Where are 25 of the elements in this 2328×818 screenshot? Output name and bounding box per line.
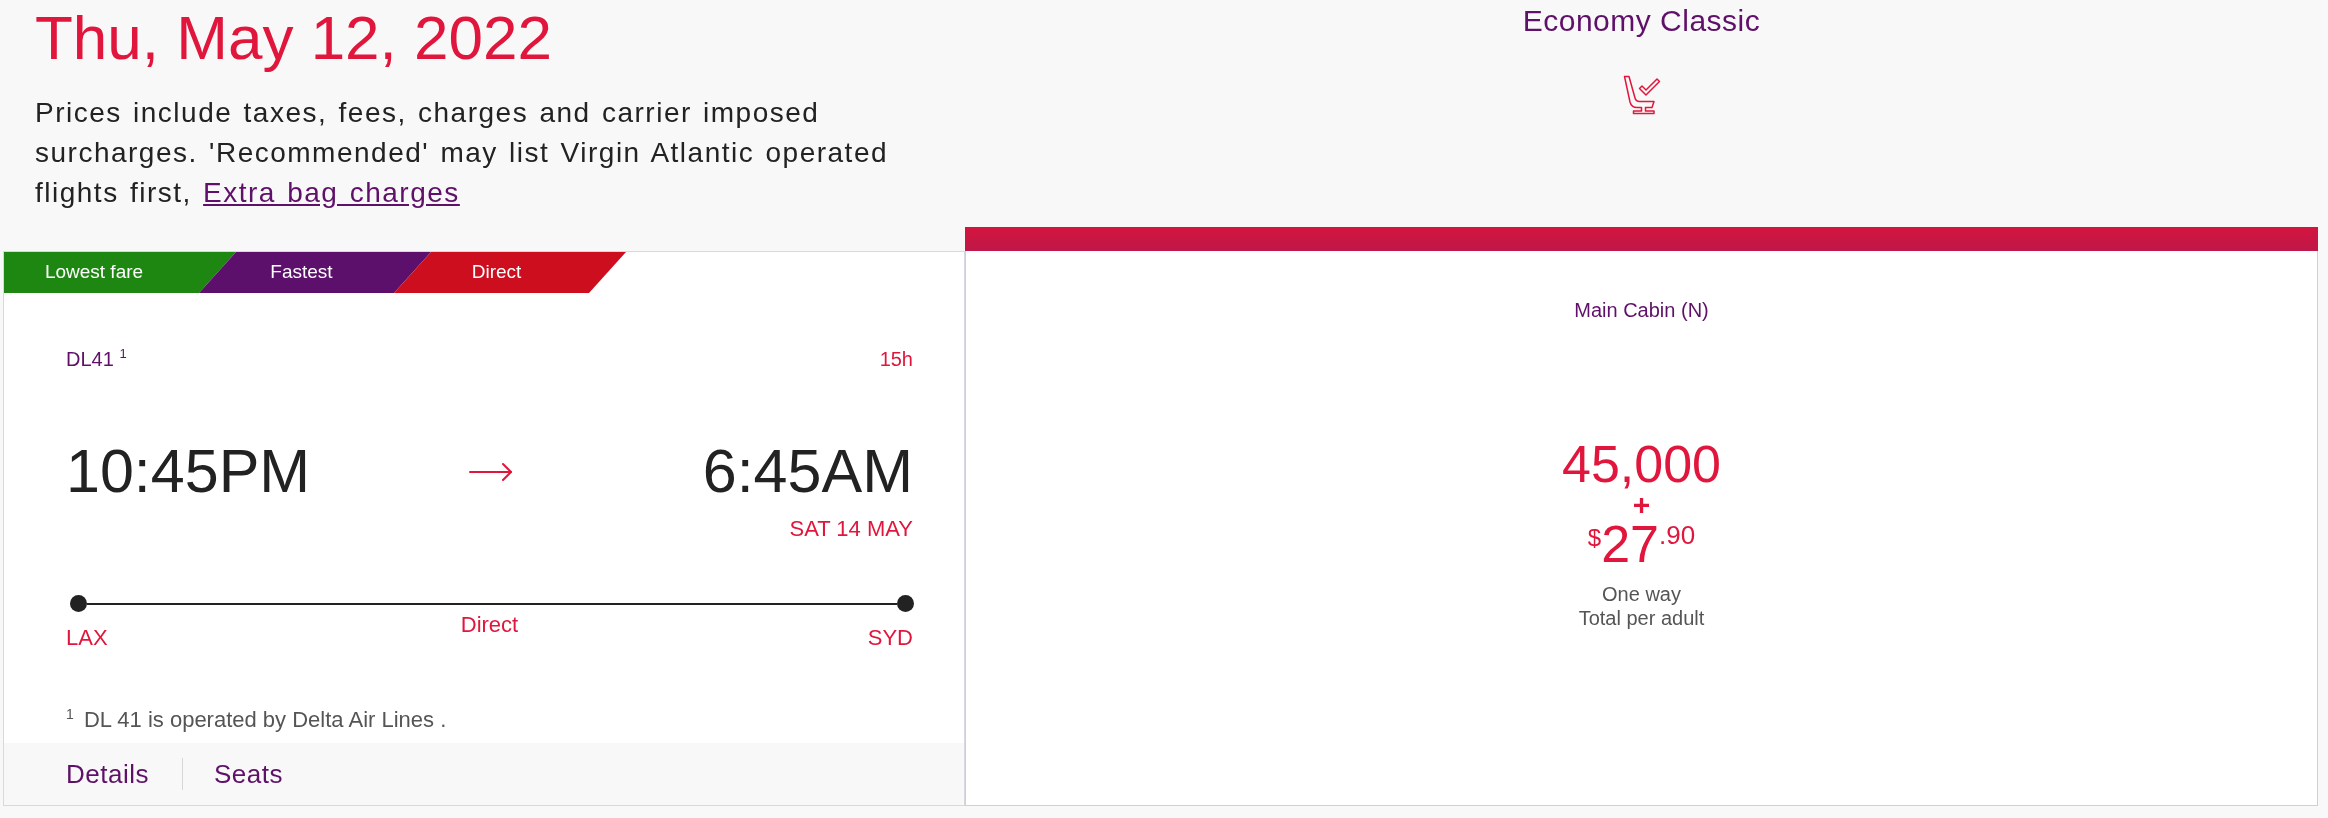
operator-footnote: $^{1}$ DL 41 is operated by Delta Air Lines . (66, 707, 448, 733)
trip-type: One way (1602, 582, 1681, 606)
price-basis: Total per adult (1578, 606, 1705, 630)
departure-time: 10:45PM (66, 441, 311, 502)
details-link[interactable]: Details (66, 754, 149, 794)
seat-tick-icon (1622, 75, 1661, 115)
arrival-time: 6:45AM (702, 441, 913, 502)
route-dot-icon (897, 595, 914, 612)
points-price: 45,000 (1561, 438, 1721, 490)
fare-class-title: Economy Classic (1522, 4, 1761, 37)
route-dot-icon (70, 595, 87, 612)
seats-link[interactable]: Seats (214, 754, 283, 794)
price-notice: Prices include taxes, fees, charges and carrier imposed surcharges. 'Recommended' may list Virgin Atlantic operated flights first, Extra bag charges (35, 96, 890, 210)
plus-sign: + (1632, 490, 1651, 520)
flight-number: DL41 $^{1}$ (66, 347, 127, 371)
extra-bag-charges-link[interactable]: Extra bag charges (203, 177, 460, 208)
flight-duration: 15h (879, 347, 913, 371)
origin-code: LAX (66, 625, 109, 651)
flight-tag: Direct (394, 252, 626, 293)
stops-text: Direct (460, 612, 519, 639)
arrow-icon (469, 461, 514, 482)
cabin-name: Main Cabin (N) (1574, 298, 1709, 322)
arrival-date: SAT 14 MAY (789, 516, 913, 542)
flight-tag: Lowest fare (4, 252, 236, 293)
destination-code: SYD (867, 625, 913, 651)
